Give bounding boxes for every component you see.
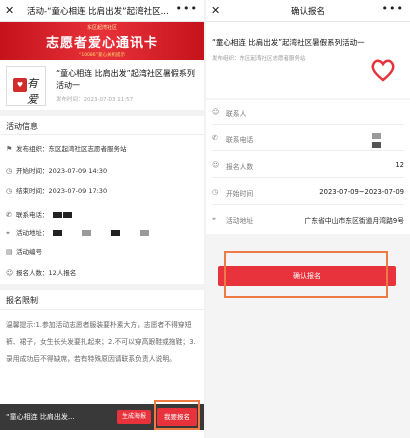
code-row: ▤ 活动编号 [6, 246, 42, 258]
address-row: ⌖ 活动地址： [6, 227, 149, 239]
page-title: 活动-“童心相连 比肩出发”起湾社区... [27, 7, 169, 17]
heart-icon [371, 59, 395, 82]
start-time-text: 开始时间：2023-07-09 14:30 [16, 167, 108, 175]
start-time-field: ◷ 开始时间 2023-07-09~2023-07-09 [212, 180, 404, 205]
phone-icon: ✆ [6, 211, 12, 219]
start-label: 开始时间 [226, 190, 254, 198]
address-label: 活动地址： [16, 229, 49, 237]
phone-label: 联系电话 [226, 136, 254, 144]
end-time-row: ◷ 结束时间：2023-07-09 17:30 [6, 185, 107, 197]
highlight-box [154, 400, 200, 430]
info-heading: 活动信息 [6, 122, 38, 131]
address-label: 活动地址 [226, 217, 254, 225]
organization-logo: ♥ 有爱 [6, 66, 46, 106]
redacted-address [139, 230, 149, 236]
redacted-address [110, 230, 120, 236]
count-label: 报名人数 [226, 163, 254, 171]
volunteer-banner: 东区起湾社区 志愿者爱心通讯卡 “10086”爱心关机提示 [0, 22, 204, 60]
page-title: 确认报名 [290, 7, 325, 17]
divider [0, 309, 204, 310]
start-value: 2023-07-09~2023-07-09 [319, 188, 404, 196]
activity-detail-panel: ✕ 活动-“童心相连 比肩出发”起湾社区... ••• 东区起湾社区 志愿者爱心… [0, 0, 204, 438]
contact-field[interactable]: ☺ 联系人 [212, 100, 404, 125]
divider [0, 134, 204, 135]
redacted-address [81, 230, 91, 236]
banner-subtitle: 东区起湾社区 [86, 25, 117, 31]
code-icon: ▤ [6, 248, 13, 256]
clock-icon: ◷ [212, 188, 219, 196]
organizer-text: 发布组织：东区起湾社区志愿者服务站 [212, 56, 306, 62]
contact-label: 联系人 [226, 110, 247, 118]
topbar: ✕ 确认报名 ••• [206, 0, 410, 22]
notice-text: 温馨提示:1.参加活动志愿者服装要朴素大方，志愿者不得穿短裤、裙子，女生长头发要… [6, 321, 196, 363]
organizer-text: 发布组织：东区起湾社区志愿者服务站 [16, 145, 127, 153]
organizer-row: ⚑ 发布组织：东区起湾社区志愿者服务站 [6, 143, 127, 155]
redacted-phone [372, 133, 381, 139]
user-icon: ☺ [212, 161, 220, 169]
confirm-signup-panel: ✕ 确认报名 ••• “童心相连 比肩出发”起湾社区暑假系列活动一 发布组织：东… [206, 0, 410, 438]
address-value: 广东省中山市东区街道月湾路9号 [304, 217, 404, 225]
count-text: 报名人数：12人报名 [16, 269, 77, 277]
redacted-phone [52, 212, 62, 218]
flag-icon: ⚑ [6, 145, 13, 153]
signup-form: ☺ 联系人 ✆ 联系电话 ☺ 报名人数 12 ◷ 开始时间 2023-07-09… [206, 100, 410, 234]
logo-text: 有爱 [27, 77, 38, 106]
count-field[interactable]: ☺ 报名人数 12 [212, 153, 404, 178]
clock-icon: ◷ [6, 167, 13, 175]
banner-title: 志愿者爱心通讯卡 [45, 36, 158, 51]
redacted-address [52, 230, 62, 236]
address-field: ⌖ 活动地址 广东省中山市东区街道月湾路9号 [212, 207, 404, 232]
divider [0, 284, 204, 290]
topbar: ✕ 活动-“童心相连 比肩出发”起湾社区... ••• [0, 0, 204, 22]
count-row: ☺ 报名人数：12人报名 [6, 267, 76, 279]
activity-title: “童心相连 比肩出发”起湾社区暑假系列活动一 [212, 38, 365, 47]
more-icon[interactable]: ••• [382, 2, 404, 15]
banner-footer: “10086”爱心关机提示 [79, 53, 125, 58]
publish-time: 发布时间：2023-07-03 11:57 [56, 97, 134, 103]
user-icon: ☺ [212, 108, 220, 116]
divider [0, 110, 204, 116]
phone-label: 联系电话： [16, 211, 49, 219]
phone-row: ✆ 联系电话： [6, 209, 72, 221]
phone-icon: ✆ [212, 134, 218, 142]
count-value: 12 [395, 161, 404, 169]
highlight-box [224, 251, 388, 298]
activity-title: “童心相连 比肩出发”起湾社区暑假系列活动一 [56, 69, 195, 90]
generate-poster-button[interactable]: 生成海报 [117, 410, 151, 424]
activity-card: “童心相连 比肩出发”起湾社区暑假系列活动一 发布组织：东区起湾社区志愿者服务站 [206, 22, 410, 98]
bottom-title: “童心相连 比肩出发... [6, 413, 75, 421]
user-icon: ☺ [6, 269, 14, 277]
location-icon: ⌖ [6, 229, 10, 237]
phone-field[interactable]: ✆ 联系电话 [212, 126, 404, 151]
end-time-text: 结束时间：2023-07-09 17:30 [16, 187, 108, 195]
location-icon: ⌖ [212, 215, 216, 223]
more-icon[interactable]: ••• [176, 2, 198, 15]
clock-icon: ◷ [6, 187, 13, 195]
logo-mark-icon: ♥ [13, 78, 27, 92]
limit-heading: 报名限制 [6, 296, 38, 305]
close-icon[interactable]: ✕ [5, 4, 14, 17]
redacted-phone [372, 142, 381, 148]
code-label: 活动编号 [16, 248, 42, 256]
start-time-row: ◷ 开始时间：2023-07-09 14:30 [6, 165, 107, 177]
redacted-phone [62, 212, 72, 218]
